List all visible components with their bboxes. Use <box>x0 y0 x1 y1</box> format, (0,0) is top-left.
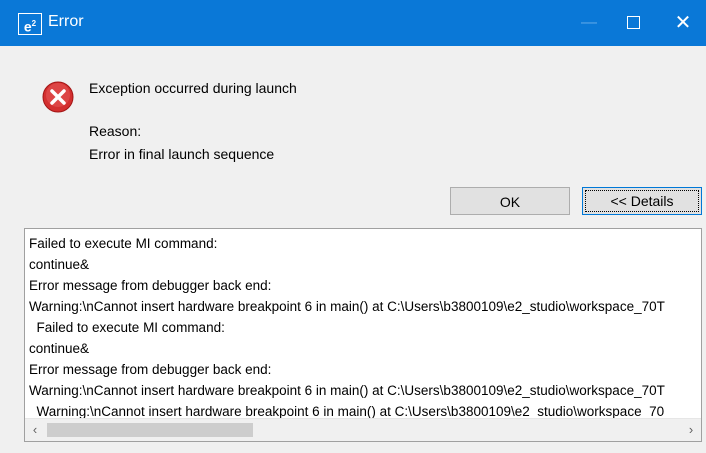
details-line: Error message from debugger back end: <box>29 362 272 377</box>
ok-button[interactable]: OK <box>450 187 570 215</box>
details-line: continue& <box>29 341 90 356</box>
scroll-right-arrow-icon[interactable]: › <box>681 419 701 441</box>
details-button[interactable]: << Details <box>582 187 702 215</box>
details-line: Warning:\nCannot insert hardware breakpo… <box>29 383 665 398</box>
close-button[interactable]: ✕ <box>660 0 706 46</box>
minimize-icon: — <box>581 14 597 31</box>
details-text-area[interactable]: Failed to execute MI command: continue& … <box>24 228 702 442</box>
title-bar: e2 Error — ✕ <box>0 0 706 46</box>
horizontal-scrollbar[interactable]: ‹ › <box>25 418 701 441</box>
maximize-icon <box>626 16 640 30</box>
close-icon: ✕ <box>674 12 692 34</box>
maximize-button[interactable] <box>610 0 656 46</box>
scrollbar-thumb[interactable] <box>47 423 253 437</box>
details-button-label: << Details <box>585 190 699 212</box>
error-icon <box>42 81 74 113</box>
minimize-button[interactable]: — <box>566 0 612 46</box>
details-line: Warning:\nCannot insert hardware breakpo… <box>29 299 665 314</box>
details-line: continue& <box>29 257 90 272</box>
window-title: Error <box>48 13 84 30</box>
app-icon: e2 <box>18 13 42 35</box>
reason-label: Reason: <box>89 123 142 139</box>
error-message: Exception occurred during launch <box>89 80 297 96</box>
details-line: Error message from debugger back end: <box>29 278 272 293</box>
scroll-left-arrow-icon[interactable]: ‹ <box>25 419 45 441</box>
reason-text: Error in final launch sequence <box>89 146 275 162</box>
details-line: Failed to execute MI command: <box>29 320 225 335</box>
details-line: Failed to execute MI command: <box>29 236 218 251</box>
